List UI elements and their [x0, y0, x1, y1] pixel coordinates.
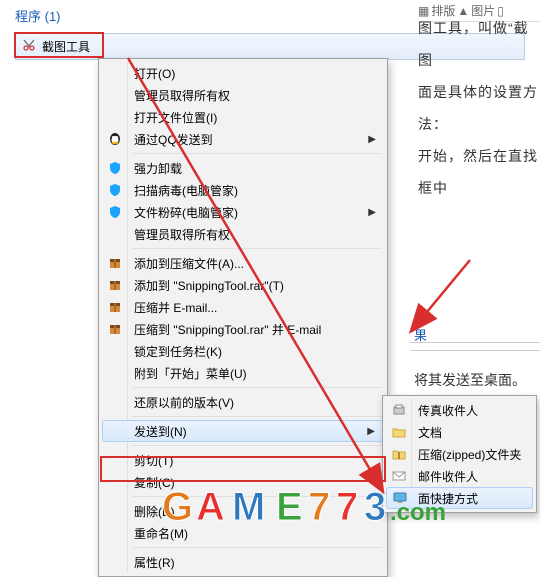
submenu-desktop-shortcut[interactable]: 面快捷方式: [386, 487, 533, 509]
article-line: 开始，然后在直找框中: [418, 140, 540, 204]
menu-file-shred[interactable]: 文件粉碎(电脑管家)▶: [102, 201, 384, 223]
menu-copy[interactable]: 复制(C): [102, 471, 384, 493]
menu-add-archive[interactable]: 添加到压缩文件(A)...: [102, 252, 384, 274]
menu-zip-snippingtool-email[interactable]: 压缩到 "SnippingTool.rar" 并 E-mail: [102, 318, 384, 340]
submenu-documents[interactable]: 文档: [386, 421, 533, 443]
result-label: 截图工具: [42, 38, 90, 55]
menu-add-snippingtool-rar[interactable]: 添加到 "SnippingTool.rar"(T): [102, 274, 384, 296]
programs-count: 程序 (1): [15, 9, 61, 24]
chevron-right-icon: ▶: [368, 207, 376, 218]
menu-open[interactable]: 打开(O): [102, 62, 384, 84]
divider: [410, 342, 540, 343]
divider: [410, 350, 540, 351]
menu-zip-email[interactable]: 压缩并 E-mail...: [102, 296, 384, 318]
winrar-icon: [107, 321, 123, 337]
article-line: 图工具，叫做“截图: [418, 12, 540, 76]
shield-icon: [107, 182, 123, 198]
zip-folder-icon: [391, 446, 407, 462]
mail-icon: [391, 468, 407, 484]
menu-pin-start[interactable]: 附到「开始」菜单(U): [102, 362, 384, 384]
menu-restore-previous[interactable]: 还原以前的版本(V): [102, 391, 384, 413]
menu-cut[interactable]: 剪切(T): [102, 449, 384, 471]
scissors-icon: [22, 38, 36, 55]
menu-properties[interactable]: 属性(R): [102, 551, 384, 573]
submenu-zipped-folder[interactable]: 压缩(zipped)文件夹: [386, 443, 533, 465]
menu-rename[interactable]: 重命名(M): [102, 522, 384, 544]
menu-open-location[interactable]: 打开文件位置(I): [102, 106, 384, 128]
submenu-mail[interactable]: 邮件收件人: [386, 465, 533, 487]
desktop-icon: [392, 490, 408, 506]
menu-send-to[interactable]: 发送到(N)▶: [102, 420, 384, 442]
winrar-icon: [107, 277, 123, 293]
menu-force-uninstall[interactable]: 强力卸载: [102, 157, 384, 179]
menu-admin-own[interactable]: 管理员取得所有权: [102, 84, 384, 106]
article-line: 面是具体的设置方法：: [418, 76, 540, 140]
shield-icon: [107, 160, 123, 176]
qq-icon: [107, 131, 123, 147]
submenu-fax[interactable]: 传真收件人: [386, 399, 533, 421]
article-text: 图工具，叫做“截图 面是具体的设置方法： 开始，然后在直找框中: [418, 12, 540, 204]
shield-icon: [107, 204, 123, 220]
menu-admin-own2[interactable]: 管理员取得所有权: [102, 223, 384, 245]
menu-qq-send[interactable]: 通过QQ发送到▶: [102, 128, 384, 150]
winrar-icon: [107, 299, 123, 315]
winrar-icon: [107, 255, 123, 271]
chevron-right-icon: ▶: [368, 134, 376, 145]
menu-scan-virus[interactable]: 扫描病毒(电脑管家): [102, 179, 384, 201]
menu-pin-taskbar[interactable]: 锁定到任务栏(K): [102, 340, 384, 362]
context-menu: 打开(O) 管理员取得所有权 打开文件位置(I) 通过QQ发送到▶ 强力卸载 扫…: [98, 58, 388, 577]
send-to-submenu: 传真收件人 文档 压缩(zipped)文件夹 邮件收件人 面快捷方式: [382, 395, 537, 513]
fax-icon: [391, 402, 407, 418]
menu-delete[interactable]: 删除(D): [102, 500, 384, 522]
folder-icon: [391, 424, 407, 440]
chevron-right-icon: ▶: [367, 426, 375, 437]
article-line: 将其发送至桌面。: [414, 370, 526, 390]
